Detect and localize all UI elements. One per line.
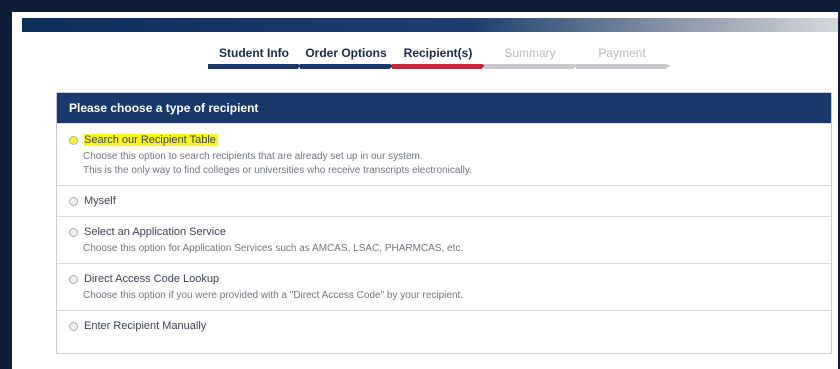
step-label: Recipient(s) — [403, 46, 473, 60]
step-recipients: Recipient(s) — [392, 46, 487, 69]
option-application-service[interactable]: Select an Application Service Choose thi… — [57, 216, 831, 263]
radio-button[interactable] — [69, 274, 78, 284]
option-description: Choose this option if you were provided … — [83, 290, 464, 301]
step-progress-bar — [392, 64, 487, 69]
step-order-options: Order Options — [300, 46, 395, 69]
radio-button[interactable] — [69, 196, 78, 206]
option-label[interactable]: Direct Access Code Lookup — [84, 273, 219, 285]
step-label: Payment — [598, 46, 646, 60]
option-search-recipient-table[interactable]: Search our Recipient Table Choose this o… — [57, 123, 831, 185]
option-label[interactable]: Myself — [84, 195, 116, 207]
browser-frame: Student Info Order Options Recipient(s) … — [12, 12, 838, 369]
option-label[interactable]: Enter Recipient Manually — [84, 320, 206, 332]
option-enter-manually[interactable]: Enter Recipient Manually — [57, 310, 831, 341]
step-label: Student Info — [219, 46, 289, 60]
step-progress-bar — [484, 64, 579, 69]
progress-steps: Student Info Order Options Recipient(s) … — [208, 46, 671, 69]
panel-title: Please choose a type of recipient — [57, 93, 831, 123]
option-myself[interactable]: Myself — [57, 185, 831, 216]
option-description: This is the only way to find colleges or… — [83, 165, 472, 176]
option-label[interactable]: Search our Recipient Table — [84, 134, 218, 146]
step-payment: Payment — [576, 46, 671, 69]
site-header-bar — [22, 18, 838, 32]
step-student-info: Student Info — [208, 46, 303, 69]
step-summary: Summary — [484, 46, 579, 69]
step-progress-bar — [576, 64, 671, 69]
option-label[interactable]: Select an Application Service — [84, 226, 226, 238]
recipient-type-panel: Please choose a type of recipient Search… — [56, 92, 832, 354]
option-direct-access-code[interactable]: Direct Access Code Lookup Choose this op… — [57, 263, 831, 310]
step-progress-bar — [300, 64, 395, 69]
step-progress-bar — [208, 64, 303, 69]
radio-button[interactable] — [69, 227, 78, 237]
step-label: Order Options — [305, 46, 387, 60]
radio-button[interactable] — [69, 321, 78, 331]
option-description: Choose this option for Application Servi… — [83, 243, 464, 254]
step-label: Summary — [504, 46, 556, 60]
option-description: Choose this option to search recipients … — [83, 151, 423, 162]
radio-button[interactable] — [69, 135, 78, 145]
